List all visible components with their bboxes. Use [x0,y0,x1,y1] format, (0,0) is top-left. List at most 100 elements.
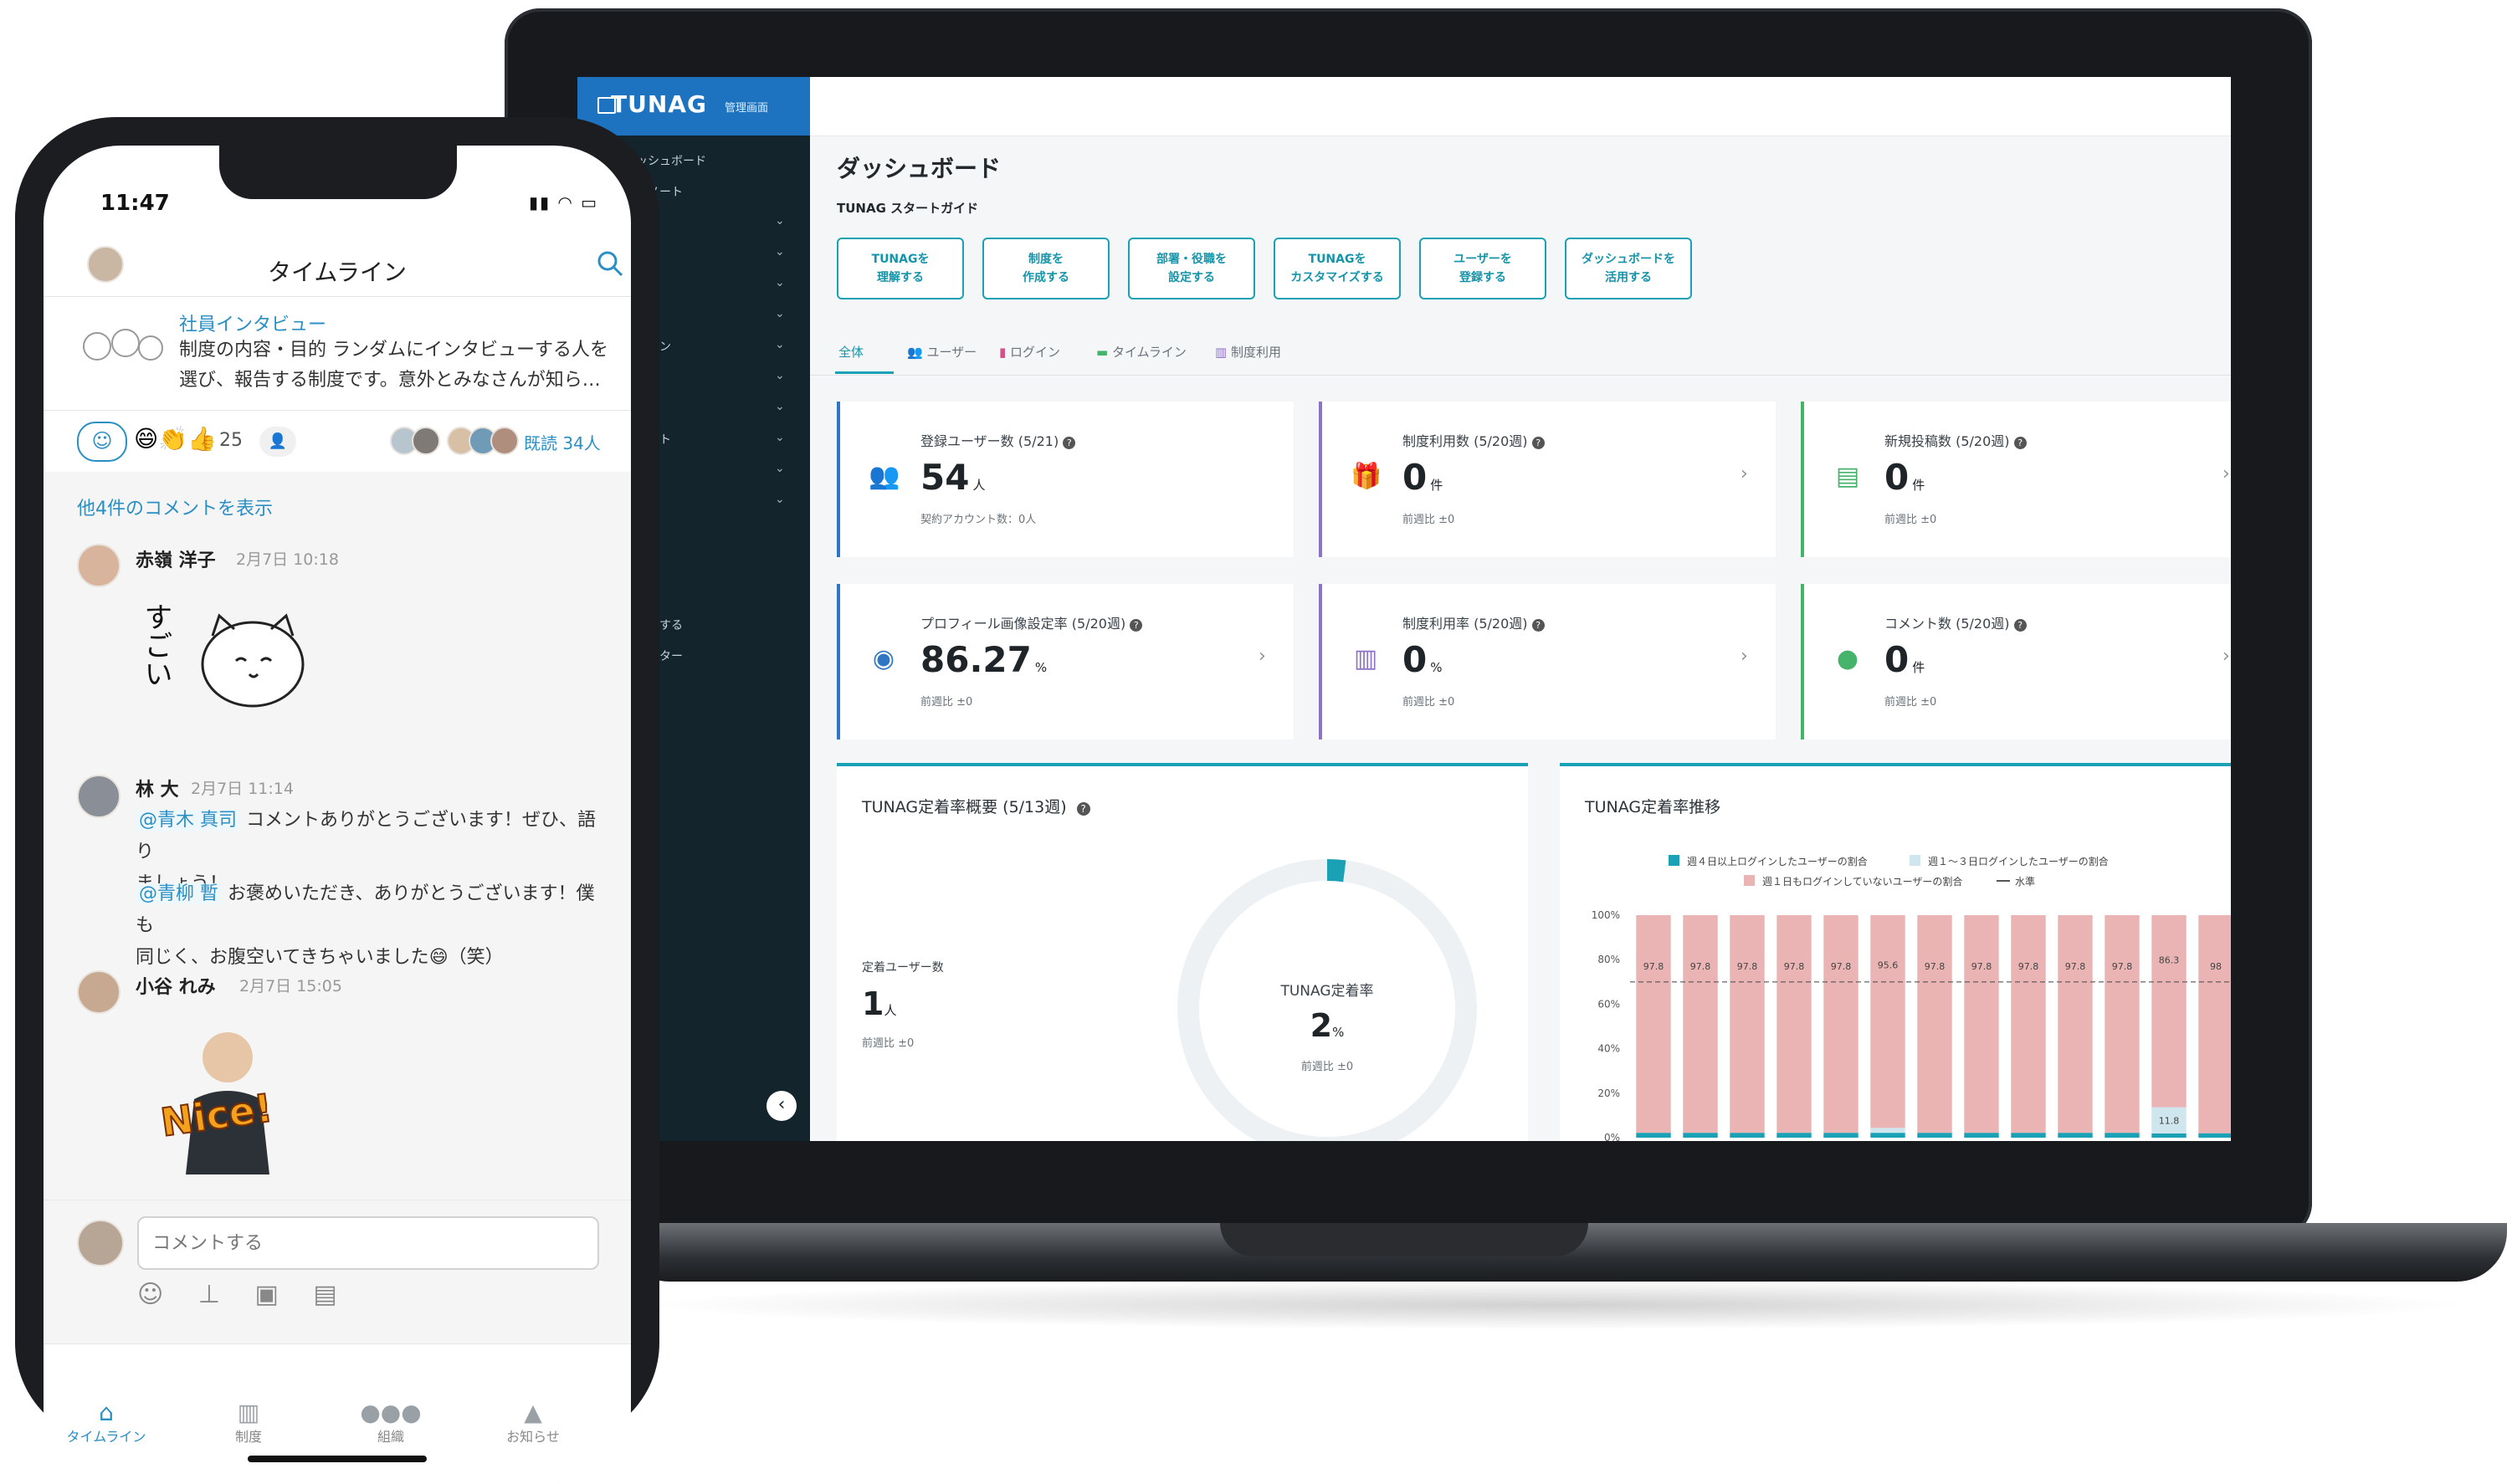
tab-program-usage[interactable]: ▥ 制度利用 [1215,343,1281,361]
y-tick-label: 40% [1597,1043,1620,1055]
guide-button[interactable]: 部署・役職を 設定する [1128,238,1255,299]
stat-unit: % [1034,660,1048,675]
help-icon[interactable]: ? [2013,437,2027,449]
chevron-right-icon[interactable]: › [2222,463,2230,484]
bar-segment-high [2198,1133,2231,1138]
emoji-icon[interactable]: ☺ [137,1280,163,1309]
commenter-avatar[interactable] [77,775,120,818]
commenter-avatar[interactable] [77,970,120,1014]
stat-card[interactable]: 👥 登録ユーザー数 (5/21) ? 54 人契約アカウント数：0人 [837,402,1294,557]
reactors-list-button[interactable]: 👤 [259,427,296,457]
bar-segment-none [1776,915,1812,1133]
y-tick-label: 80% [1597,954,1620,965]
help-icon[interactable]: ? [1130,619,1143,632]
read-status[interactable]: 既読 34人 [524,430,601,454]
stat-card[interactable]: ▥ 制度利用率 (5/20週) ? 0% 前週比 ±0 › [1319,584,1776,739]
stat-label-text: 登録ユーザー数 (5/21) [920,433,1059,449]
tab-login[interactable]: ▮ ログイン [999,343,1060,361]
commenter-name[interactable]: 赤嶺 洋子 [136,545,216,572]
stat-number: 86.27 [920,639,1032,680]
chevron-down-icon[interactable]: ⌄ [775,245,785,258]
group-icon[interactable]: ●●● [328,1399,454,1426]
chevron-right-icon[interactable]: › [1741,463,1748,484]
tab-all[interactable]: 全体 [838,343,864,361]
chevron-down-icon[interactable]: ⌄ [775,400,785,413]
commenter-name[interactable]: 小谷 れみ [136,972,216,999]
bar-segment-high [1917,1133,1952,1138]
commenter-name[interactable]: 林 大 [136,775,179,801]
reader-avatar [412,427,440,455]
tab-timeline[interactable]: ▬ タイムライン [1096,343,1187,361]
add-reaction-button[interactable]: ☺ [77,422,127,462]
show-more-comments-link[interactable]: 他4件のコメントを表示 [77,494,273,520]
sidebar-item[interactable]: ッシュボード [636,152,706,169]
chevron-right-icon[interactable]: › [2222,646,2230,667]
stat-number: 0 [1402,457,1428,498]
guide-button[interactable]: TUNAGを 理解する [837,238,964,299]
stat-card[interactable]: ▤ 新規投稿数 (5/20週) ? 0 件前週比 ±0 › [1801,402,2231,557]
app-logo-subtitle: 管理画面 [725,102,769,115]
bar-segment-high [1636,1133,1671,1138]
tab-programs[interactable]: 制度 [186,1425,311,1446]
chevron-down-icon[interactable]: ⌄ [775,338,785,351]
comment-input[interactable] [137,1216,599,1270]
stat-card[interactable]: ◉ プロフィール画像設定率 (5/20週) ? 86.27% 前週比 ±0 › [837,584,1294,739]
image-icon[interactable]: ▣ [255,1280,279,1309]
stamp-icon[interactable]: ⊥ [198,1280,220,1309]
retention-trend-panel: TUNAG定着率推移 週４日以上ログインしたユーザーの割合 週１〜３日ログインした… [1560,763,2231,1141]
mention-link[interactable]: @青柳 暫 [136,883,222,904]
tab-label: タイムライン [1111,345,1187,360]
tab-notifications[interactable]: お知らせ [470,1425,596,1446]
tab-label: ユーザー [926,345,977,360]
sidebar-header[interactable]: TUNAG 管理画面 [577,77,810,136]
commenter-avatar[interactable] [77,544,120,587]
chevron-right-icon[interactable]: › [1259,646,1266,667]
chevron-right-icon[interactable]: › [1741,646,1748,667]
chevron-down-icon[interactable]: ⌄ [775,493,785,506]
donut-label: TUNAG定着率 [1280,983,1374,1000]
tab-users[interactable]: 👥 ユーザー [907,343,977,361]
help-icon[interactable]: ? [1063,437,1076,449]
stat-sub: 前週比 ±0 [1402,514,1455,526]
bar-segment-high [1776,1133,1812,1138]
dashboard-main: ダッシュボード TUNAG スタートガイド TUNAGを 理解する 制度を 作成す… [810,77,2231,1141]
post-category-link[interactable]: 社員インタビュー [179,310,326,336]
post-divider [44,410,631,411]
guide-button[interactable]: TUNAGを カスタマイズする [1274,238,1401,299]
status-icons: ▮▮ ◠ ▭ [529,192,599,212]
stat-value: 0件 [1884,639,1925,680]
chevron-down-icon[interactable]: ⌄ [775,214,785,228]
tab-organization[interactable]: 組織 [328,1425,454,1446]
stat-card[interactable]: ● コメント数 (5/20週) ? 0 件前週比 ±0 › [1801,584,2231,739]
retention-title-text: TUNAG定着率概要 (5/13週) [862,798,1067,816]
bell-icon[interactable]: ▲ [470,1399,596,1426]
help-icon[interactable]: ? [1531,437,1545,449]
reaction-emojis[interactable]: 😄👏👍 [134,425,217,453]
bar-value-label: 98 [2210,961,2222,972]
guide-button[interactable]: ユーザーを 登録する [1419,238,1546,299]
stat-card[interactable]: 🎁 制度利用数 (5/20週) ? 0 件前週比 ±0 › [1319,402,1776,557]
home-icon[interactable]: ⌂ [44,1399,169,1426]
chevron-down-icon[interactable]: ⌄ [775,307,785,320]
help-icon[interactable]: ? [1076,802,1090,816]
chevron-down-icon[interactable]: ⌄ [775,369,785,382]
file-icon[interactable]: ▤ [313,1280,336,1309]
tab-timeline[interactable]: タイムライン [44,1425,169,1446]
stat-number: 0 [1884,457,1910,498]
chevron-down-icon[interactable]: ⌄ [775,276,785,289]
sidebar-collapse-button[interactable]: ‹ [766,1091,797,1121]
book-icon[interactable]: ▥ [186,1399,311,1426]
bar-mid-label: 11.8 [2159,1115,2180,1126]
chevron-down-icon[interactable]: ⌄ [775,462,785,475]
bar-segment-none [1870,915,1905,1128]
stat-label: プロフィール画像設定率 (5/20週) ? [920,612,1143,632]
guide-button[interactable]: 制度を 作成する [982,238,1110,299]
chevron-down-icon[interactable]: ⌄ [775,431,785,444]
mention-link[interactable]: @青木 真司 [136,810,240,831]
nice-sticker: Nice! [152,1016,303,1174]
help-icon[interactable]: ? [2013,619,2027,632]
help-icon[interactable]: ? [1531,619,1545,632]
search-icon[interactable] [596,249,624,278]
guide-button[interactable]: ダッシュボードを 活用する [1565,238,1692,299]
stat-label: 新規投稿数 (5/20週) ? [1884,430,2027,450]
